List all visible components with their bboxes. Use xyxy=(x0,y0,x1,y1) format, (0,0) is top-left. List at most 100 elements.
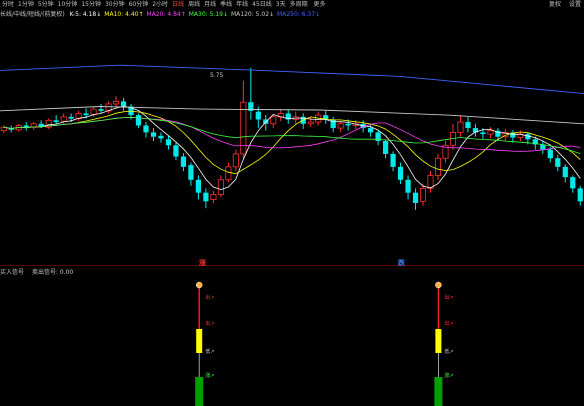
signal-tag: 出↗ xyxy=(444,320,453,327)
restore-rights-button[interactable]: 复权 xyxy=(546,0,564,9)
peak-price-label: 5.75 xyxy=(210,72,224,79)
candle-body xyxy=(232,153,239,168)
candle-body xyxy=(217,179,224,195)
candle-body xyxy=(143,125,149,133)
candle-body xyxy=(487,130,494,135)
period-tab[interactable]: 日线 xyxy=(170,0,186,9)
buy-flag: 涨 xyxy=(199,259,206,267)
ma-legend-item: MA250: 6.37↓ xyxy=(277,11,321,18)
signal-tag: 低↗ xyxy=(205,348,214,355)
period-tab[interactable]: 多周期 xyxy=(288,0,310,9)
right-tools: 复权 设置 xyxy=(546,0,584,9)
candle-body xyxy=(180,156,187,167)
candle-body xyxy=(480,132,486,135)
ma-legend-item: MA120: 5.02↓ xyxy=(230,11,275,18)
ma-legend-item: MA10: 4.40↑ xyxy=(104,11,144,18)
period-tabs: 分时 1分钟 5分钟 10分钟 15分钟 30分钟 60分钟 2小时 日线 周线 月线 季线 年线 45日… xyxy=(0,1,310,8)
candle-body xyxy=(337,123,344,129)
candle-body xyxy=(150,132,157,137)
candle-body xyxy=(225,166,232,181)
candle-body xyxy=(135,115,142,126)
candle-body xyxy=(345,123,351,126)
period-tab[interactable]: 15分钟 xyxy=(79,0,103,9)
period-toolbar: 分时 1分钟 5分钟 10分钟 15分钟 30分钟 60分钟 2小时 日线 周线 月线 季线 年线 45日… xyxy=(0,0,584,9)
period-tab[interactable]: 60分钟 xyxy=(127,0,151,9)
candle-body xyxy=(240,101,247,155)
period-tab[interactable]: 1分钟 xyxy=(16,0,36,9)
candle-body xyxy=(255,111,261,120)
indicator-legend: 买入信号 卖出信号: 0.00 xyxy=(0,268,584,277)
candle-body xyxy=(434,157,442,176)
signal-yellow-bar xyxy=(435,329,442,353)
period-tab[interactable]: 月线 xyxy=(202,0,218,9)
candle-body xyxy=(405,179,411,193)
ma-line xyxy=(3,110,581,175)
signal-top-dot xyxy=(435,281,442,289)
ma-line xyxy=(3,117,581,155)
candle-body xyxy=(113,100,120,105)
candlestick-chart[interactable]: 5.75 xyxy=(0,19,584,265)
more-menu[interactable]: 更多 xyxy=(312,0,328,9)
candle-body xyxy=(98,109,104,111)
candle-body xyxy=(547,149,553,159)
candle-body xyxy=(397,166,404,180)
ma-legend-item: K-5: 4.18↓ xyxy=(69,11,102,18)
candle-body xyxy=(188,165,194,180)
candle-body xyxy=(382,141,389,154)
candle-body xyxy=(68,116,74,119)
candle-body xyxy=(555,158,561,167)
signal-tag: 出↗ xyxy=(205,320,214,327)
candle-body xyxy=(412,192,419,204)
candle-body xyxy=(270,116,277,125)
candle-body xyxy=(53,120,59,123)
signal-yellow-bar xyxy=(196,329,203,353)
period-tab[interactable]: 5分钟 xyxy=(36,0,56,9)
signal-tag: 出↗ xyxy=(205,294,214,301)
ma-legend-item: MA20: 4.84↑ xyxy=(146,11,186,18)
long-ma-line xyxy=(0,64,584,95)
signal-tag: 低↗ xyxy=(444,348,453,355)
signal-tag: 涨↗ xyxy=(444,372,453,379)
ma-line xyxy=(3,117,581,152)
period-tab[interactable]: 10分钟 xyxy=(56,0,80,9)
candle-body xyxy=(420,187,427,202)
candle-body xyxy=(83,113,89,116)
period-tab[interactable]: 周线 xyxy=(186,0,202,9)
candle-body xyxy=(173,145,179,157)
candle-body xyxy=(195,179,202,193)
candle-body xyxy=(90,108,97,115)
candle-body xyxy=(562,166,568,178)
sell-flag: 跌 xyxy=(398,259,405,267)
candle-body xyxy=(203,192,209,202)
candle-body xyxy=(465,122,471,129)
indicator-chart[interactable]: 出↗出↗低↗涨↗出↗出↗低↗涨↗出↗出↗低↗涨↗ xyxy=(0,277,584,406)
period-tab[interactable]: 年线 xyxy=(234,0,250,9)
candle-body xyxy=(570,177,576,189)
period-tab[interactable]: 2小时 xyxy=(150,0,170,9)
signal-green-bar xyxy=(195,377,204,406)
candle-body xyxy=(60,116,67,122)
ma-line xyxy=(3,105,581,191)
settings-button[interactable]: 设置 xyxy=(566,0,584,9)
candle-body xyxy=(457,121,464,133)
indicator-legend-item-2: 卖出信号: 0.00 xyxy=(31,269,74,276)
candle-body xyxy=(577,188,583,202)
indicator-legend-item-1: 买入信号 xyxy=(0,269,25,276)
period-tab[interactable]: 季线 xyxy=(218,0,234,9)
candle-body xyxy=(390,153,396,167)
signal-tag: 出↗ xyxy=(444,294,453,301)
candle-body xyxy=(158,135,164,139)
signal-tag: 涨↗ xyxy=(205,372,214,379)
candle-body xyxy=(367,128,374,133)
ma-legend-item: MA30: 5.19↓ xyxy=(188,11,228,18)
period-tab[interactable]: 45日线 xyxy=(250,0,274,9)
period-tab[interactable]: 30分钟 xyxy=(103,0,127,9)
candle-body xyxy=(120,101,127,107)
signal-green-bar xyxy=(434,377,443,406)
chart-divider xyxy=(0,265,584,266)
period-tab[interactable]: 分时 xyxy=(0,0,16,9)
ma-legend-title: 长线/中线/短线/(前复权) xyxy=(0,11,65,18)
candle-body xyxy=(165,139,172,146)
ma-legend: 长线/中线/短线/(前复权) K-5: 4.18↓ MA10: 4.40↑ MA20… xyxy=(0,10,584,19)
period-tab[interactable]: 3天 xyxy=(274,0,288,9)
